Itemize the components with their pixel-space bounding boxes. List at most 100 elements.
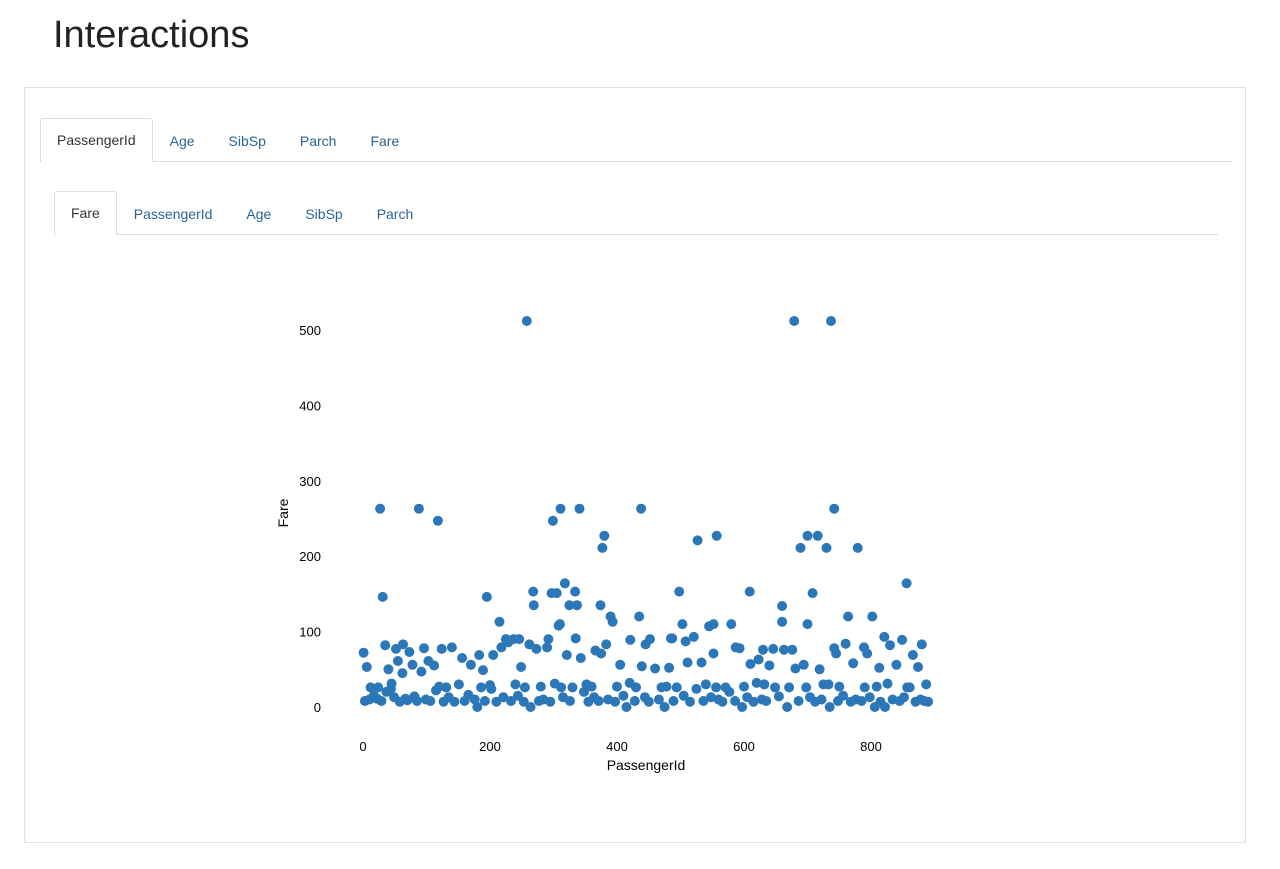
data-point[interactable]: [879, 631, 890, 642]
data-point[interactable]: [770, 682, 781, 693]
data-point[interactable]: [358, 647, 369, 658]
data-point[interactable]: [375, 503, 386, 514]
data-point[interactable]: [671, 682, 682, 693]
data-point[interactable]: [700, 679, 711, 690]
data-point[interactable]: [680, 636, 691, 647]
data-point[interactable]: [777, 616, 788, 627]
data-point[interactable]: [391, 643, 401, 654]
data-point[interactable]: [597, 542, 608, 553]
data-point[interactable]: [478, 665, 488, 676]
data-point[interactable]: [650, 663, 661, 674]
data-point[interactable]: [555, 503, 566, 514]
data-point[interactable]: [744, 586, 755, 597]
data-point[interactable]: [764, 660, 775, 671]
data-point[interactable]: [645, 634, 655, 645]
data-point[interactable]: [601, 639, 612, 650]
data-point[interactable]: [840, 638, 851, 649]
data-point[interactable]: [696, 657, 707, 668]
data-point[interactable]: [829, 503, 840, 514]
data-point[interactable]: [453, 679, 464, 690]
data-point[interactable]: [516, 662, 527, 672]
data-point[interactable]: [596, 648, 607, 659]
data-point[interactable]: [708, 648, 719, 659]
data-point[interactable]: [386, 678, 397, 689]
data-point[interactable]: [436, 643, 447, 654]
data-point[interactable]: [773, 691, 784, 702]
data-point[interactable]: [643, 696, 654, 707]
data-point[interactable]: [761, 696, 772, 706]
data-point[interactable]: [897, 634, 908, 645]
data-point[interactable]: [383, 664, 394, 675]
data-point[interactable]: [814, 664, 825, 675]
data-point[interactable]: [634, 611, 645, 622]
data-point[interactable]: [666, 633, 676, 644]
data-point[interactable]: [618, 690, 629, 701]
data-point[interactable]: [801, 682, 812, 693]
data-point[interactable]: [631, 682, 641, 693]
data-point[interactable]: [636, 661, 647, 672]
data-point[interactable]: [921, 679, 932, 690]
data-point[interactable]: [711, 530, 722, 541]
data-point[interactable]: [907, 650, 918, 660]
data-point[interactable]: [547, 515, 558, 526]
data-point[interactable]: [821, 542, 832, 553]
data-point[interactable]: [913, 662, 923, 672]
data-point[interactable]: [664, 662, 675, 673]
data-point[interactable]: [615, 659, 626, 670]
data-point[interactable]: [486, 683, 497, 694]
data-point[interactable]: [677, 619, 688, 630]
data-point[interactable]: [610, 696, 621, 707]
data-point[interactable]: [793, 696, 804, 706]
data-point[interactable]: [848, 658, 859, 669]
data-point[interactable]: [380, 640, 391, 651]
data-point[interactable]: [636, 503, 647, 514]
data-point[interactable]: [465, 659, 476, 670]
data-point[interactable]: [668, 696, 679, 706]
data-point[interactable]: [859, 682, 870, 693]
data-point[interactable]: [599, 530, 610, 541]
data-point[interactable]: [561, 650, 572, 660]
data-point[interactable]: [726, 619, 737, 630]
data-point[interactable]: [503, 637, 514, 648]
data-point[interactable]: [795, 542, 806, 553]
data-point[interactable]: [545, 696, 556, 707]
data-point[interactable]: [802, 530, 813, 541]
data-point[interactable]: [901, 578, 912, 589]
data-point[interactable]: [570, 586, 581, 597]
data-point[interactable]: [867, 611, 878, 622]
data-point[interactable]: [449, 696, 460, 707]
data-point[interactable]: [407, 659, 418, 670]
data-point[interactable]: [674, 586, 685, 597]
data-point[interactable]: [521, 316, 532, 326]
data-point[interactable]: [510, 679, 521, 690]
data-point[interactable]: [659, 702, 670, 712]
data-point[interactable]: [782, 702, 793, 712]
data-point[interactable]: [692, 535, 703, 546]
data-point[interactable]: [397, 668, 408, 679]
data-point[interactable]: [711, 682, 722, 693]
data-point[interactable]: [885, 640, 895, 651]
data-point[interactable]: [661, 681, 672, 692]
data-point[interactable]: [768, 643, 779, 654]
data-point[interactable]: [843, 611, 854, 622]
data-point[interactable]: [404, 647, 415, 657]
data-point[interactable]: [361, 662, 372, 672]
data-point[interactable]: [531, 643, 542, 654]
data-point[interactable]: [789, 316, 800, 326]
data-point[interactable]: [823, 679, 834, 690]
data-point[interactable]: [595, 600, 606, 611]
data-point[interactable]: [882, 678, 893, 689]
data-point[interactable]: [575, 653, 586, 663]
data-point[interactable]: [753, 654, 764, 665]
data-point[interactable]: [739, 681, 749, 692]
data-point[interactable]: [685, 696, 695, 707]
data-point[interactable]: [629, 696, 640, 706]
data-point[interactable]: [457, 653, 468, 663]
data-point[interactable]: [923, 696, 934, 707]
data-point[interactable]: [612, 681, 622, 692]
data-point[interactable]: [416, 666, 427, 677]
data-point[interactable]: [831, 648, 842, 659]
data-point[interactable]: [798, 659, 809, 670]
data-point[interactable]: [824, 702, 835, 712]
data-point[interactable]: [481, 591, 492, 602]
